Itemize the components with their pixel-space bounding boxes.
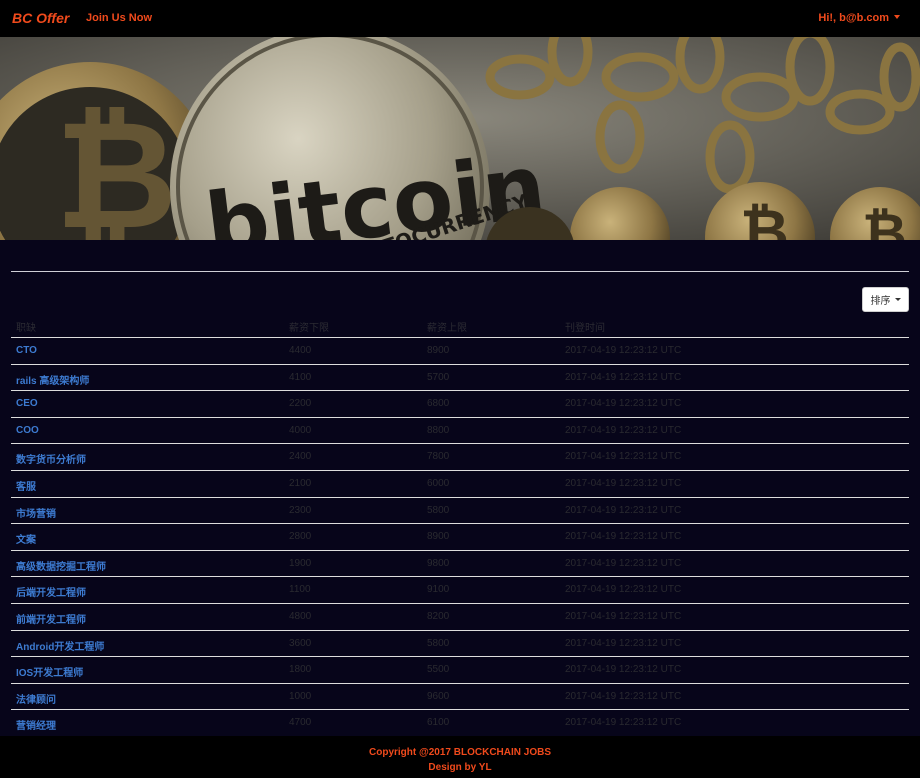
- hero-banner-image: ₿ bitcoin CRYPTOCURRENCY ₿ ₿: [0, 37, 920, 240]
- caret-down-icon: [894, 15, 900, 19]
- job-title-link[interactable]: CTO: [16, 345, 37, 356]
- table-row: rails 高级架构师 4100 5700 2017-04-19 12:23:12 U…: [11, 365, 909, 392]
- job-title-link[interactable]: CEO: [16, 398, 38, 409]
- salary-max-cell: 5700: [427, 371, 450, 383]
- job-title-link[interactable]: 高级数据挖掘工程师: [16, 558, 106, 573]
- salary-max-cell: 8900: [427, 345, 450, 356]
- table-body: CTO 4400 8900 2017-04-19 12:23:12 UTC rails …: [11, 338, 909, 737]
- table-header-row: 职缺 薪资下限 薪资上限 刊登时间: [11, 312, 909, 338]
- post-date-cell: 2017-04-19 12:23:12 UTC: [565, 664, 682, 676]
- job-title-link[interactable]: 市场营销: [16, 505, 56, 520]
- salary-min-cell: 2800: [289, 531, 312, 543]
- salary-min-cell: 4700: [289, 717, 312, 729]
- salary-min-cell: 2300: [289, 504, 312, 516]
- job-title-link[interactable]: COO: [16, 425, 39, 436]
- top-navbar: BC Offer Join Us Now Hi!, b@b.com: [0, 0, 920, 37]
- caret-down-icon: [894, 298, 901, 301]
- table-row: 文案 2800 8900 2017-04-19 12:23:12 UTC: [11, 524, 909, 551]
- salary-max-cell: 7800: [427, 451, 450, 463]
- footer-design-credit: Design by YL: [428, 762, 492, 773]
- salary-min-cell: 3600: [289, 637, 312, 649]
- table-row: 高级数据挖掘工程师 1900 9800 2017-04-19 12:23:12 UTC: [11, 551, 909, 578]
- jobs-table: 职缺 薪资下限 薪资上限 刊登时间 CTO 4400 8900 2017-04-19 …: [11, 312, 909, 737]
- salary-min-cell: 2400: [289, 451, 312, 463]
- salary-max-cell: 5800: [427, 504, 450, 516]
- user-menu-label: Hi!, b@b.com: [818, 12, 889, 24]
- salary-min-cell: 1900: [289, 557, 312, 569]
- svg-text:₿: ₿: [862, 201, 907, 240]
- post-date-cell: 2017-04-19 12:23:12 UTC: [565, 637, 682, 649]
- header-job-title: 职缺: [16, 323, 36, 334]
- footer-copyright: Copyright @2017 BLOCKCHAIN JOBS: [369, 747, 551, 758]
- sort-button-label: 排序: [870, 296, 891, 307]
- salary-max-cell: 8800: [427, 424, 450, 436]
- table-row: 数字货币分析师 2400 7800 2017-04-19 12:23:12 UTC: [11, 444, 909, 471]
- salary-max-cell: 8900: [427, 531, 450, 543]
- job-title-link[interactable]: 后端开发工程师: [16, 584, 86, 599]
- svg-text:₿: ₿: [740, 197, 789, 240]
- salary-max-cell: 9100: [427, 584, 450, 596]
- job-title-link[interactable]: 文案: [16, 531, 36, 546]
- salary-max-cell: 6800: [427, 398, 450, 410]
- post-date-cell: 2017-04-19 12:23:12 UTC: [565, 451, 682, 463]
- salary-max-cell: 5800: [427, 637, 450, 649]
- post-date-cell: 2017-04-19 12:23:12 UTC: [565, 345, 682, 356]
- salary-min-cell: 4000: [289, 424, 312, 436]
- brand-logo-link[interactable]: BC Offer: [12, 10, 69, 26]
- job-title-link[interactable]: 营销经理: [16, 717, 56, 732]
- sort-dropdown-button[interactable]: 排序: [862, 287, 909, 312]
- header-post-date: 刊登时间: [565, 323, 605, 334]
- page-footer: Copyright @2017 BLOCKCHAIN JOBS Design b…: [0, 736, 920, 778]
- post-date-cell: 2017-04-19 12:23:12 UTC: [565, 371, 682, 383]
- post-date-cell: 2017-04-19 12:23:12 UTC: [565, 531, 682, 543]
- post-date-cell: 2017-04-19 12:23:12 UTC: [565, 504, 682, 516]
- table-row: IOS开发工程师 1800 5500 2017-04-19 12:23:12 UTC: [11, 657, 909, 684]
- salary-min-cell: 2100: [289, 477, 312, 489]
- post-date-cell: 2017-04-19 12:23:12 UTC: [565, 557, 682, 569]
- salary-min-cell: 1000: [289, 690, 312, 702]
- table-row: 后端开发工程师 1100 9100 2017-04-19 12:23:12 UTC: [11, 577, 909, 604]
- post-date-cell: 2017-04-19 12:23:12 UTC: [565, 584, 682, 596]
- salary-min-cell: 4400: [289, 345, 312, 356]
- header-salary-min: 薪资下限: [289, 323, 329, 334]
- salary-min-cell: 2200: [289, 398, 312, 410]
- salary-min-cell: 1100: [289, 584, 311, 596]
- table-row: 市场营销 2300 5800 2017-04-19 12:23:12 UTC: [11, 498, 909, 525]
- table-row: Android开发工程师 3600 5800 2017-04-19 12:23:12 …: [11, 631, 909, 658]
- job-title-link[interactable]: 数字货币分析师: [16, 451, 86, 466]
- job-title-link[interactable]: rails 高级架构师: [16, 372, 89, 387]
- section-divider: [11, 271, 909, 272]
- table-row: 法律顾问 1000 9600 2017-04-19 12:23:12 UTC: [11, 684, 909, 711]
- job-title-link[interactable]: 法律顾问: [16, 691, 56, 706]
- table-row: 前端开发工程师 4800 8200 2017-04-19 12:23:12 UTC: [11, 604, 909, 631]
- job-title-link[interactable]: 前端开发工程师: [16, 611, 86, 626]
- salary-max-cell: 9600: [427, 690, 450, 702]
- salary-max-cell: 9800: [427, 557, 450, 569]
- header-salary-max: 薪资上限: [427, 323, 467, 334]
- salary-max-cell: 8200: [427, 610, 450, 622]
- job-title-link[interactable]: 客服: [16, 478, 36, 493]
- table-row: 客服 2100 6000 2017-04-19 12:23:12 UTC: [11, 471, 909, 498]
- salary-min-cell: 4800: [289, 610, 312, 622]
- job-title-link[interactable]: Android开发工程师: [16, 638, 104, 653]
- post-date-cell: 2017-04-19 12:23:12 UTC: [565, 477, 682, 489]
- salary-max-cell: 6100: [427, 717, 450, 729]
- join-us-link[interactable]: Join Us Now: [86, 12, 152, 24]
- post-date-cell: 2017-04-19 12:23:12 UTC: [565, 424, 682, 436]
- post-date-cell: 2017-04-19 12:23:12 UTC: [565, 717, 682, 729]
- post-date-cell: 2017-04-19 12:23:12 UTC: [565, 398, 682, 410]
- salary-max-cell: 6000: [427, 477, 450, 489]
- table-row: 营销经理 4700 6100 2017-04-19 12:23:12 UTC: [11, 710, 909, 737]
- post-date-cell: 2017-04-19 12:23:12 UTC: [565, 690, 682, 702]
- user-menu-dropdown[interactable]: Hi!, b@b.com: [818, 12, 900, 24]
- post-date-cell: 2017-04-19 12:23:12 UTC: [565, 610, 682, 622]
- salary-max-cell: 5500: [427, 664, 450, 676]
- svg-text:₿: ₿: [55, 89, 177, 240]
- table-row: CTO 4400 8900 2017-04-19 12:23:12 UTC: [11, 338, 909, 365]
- table-row: COO 4000 8800 2017-04-19 12:23:12 UTC: [11, 418, 909, 445]
- salary-min-cell: 4100: [289, 371, 312, 383]
- job-title-link[interactable]: IOS开发工程师: [16, 664, 83, 679]
- salary-min-cell: 1800: [289, 664, 312, 676]
- table-row: CEO 2200 6800 2017-04-19 12:23:12 UTC: [11, 391, 909, 418]
